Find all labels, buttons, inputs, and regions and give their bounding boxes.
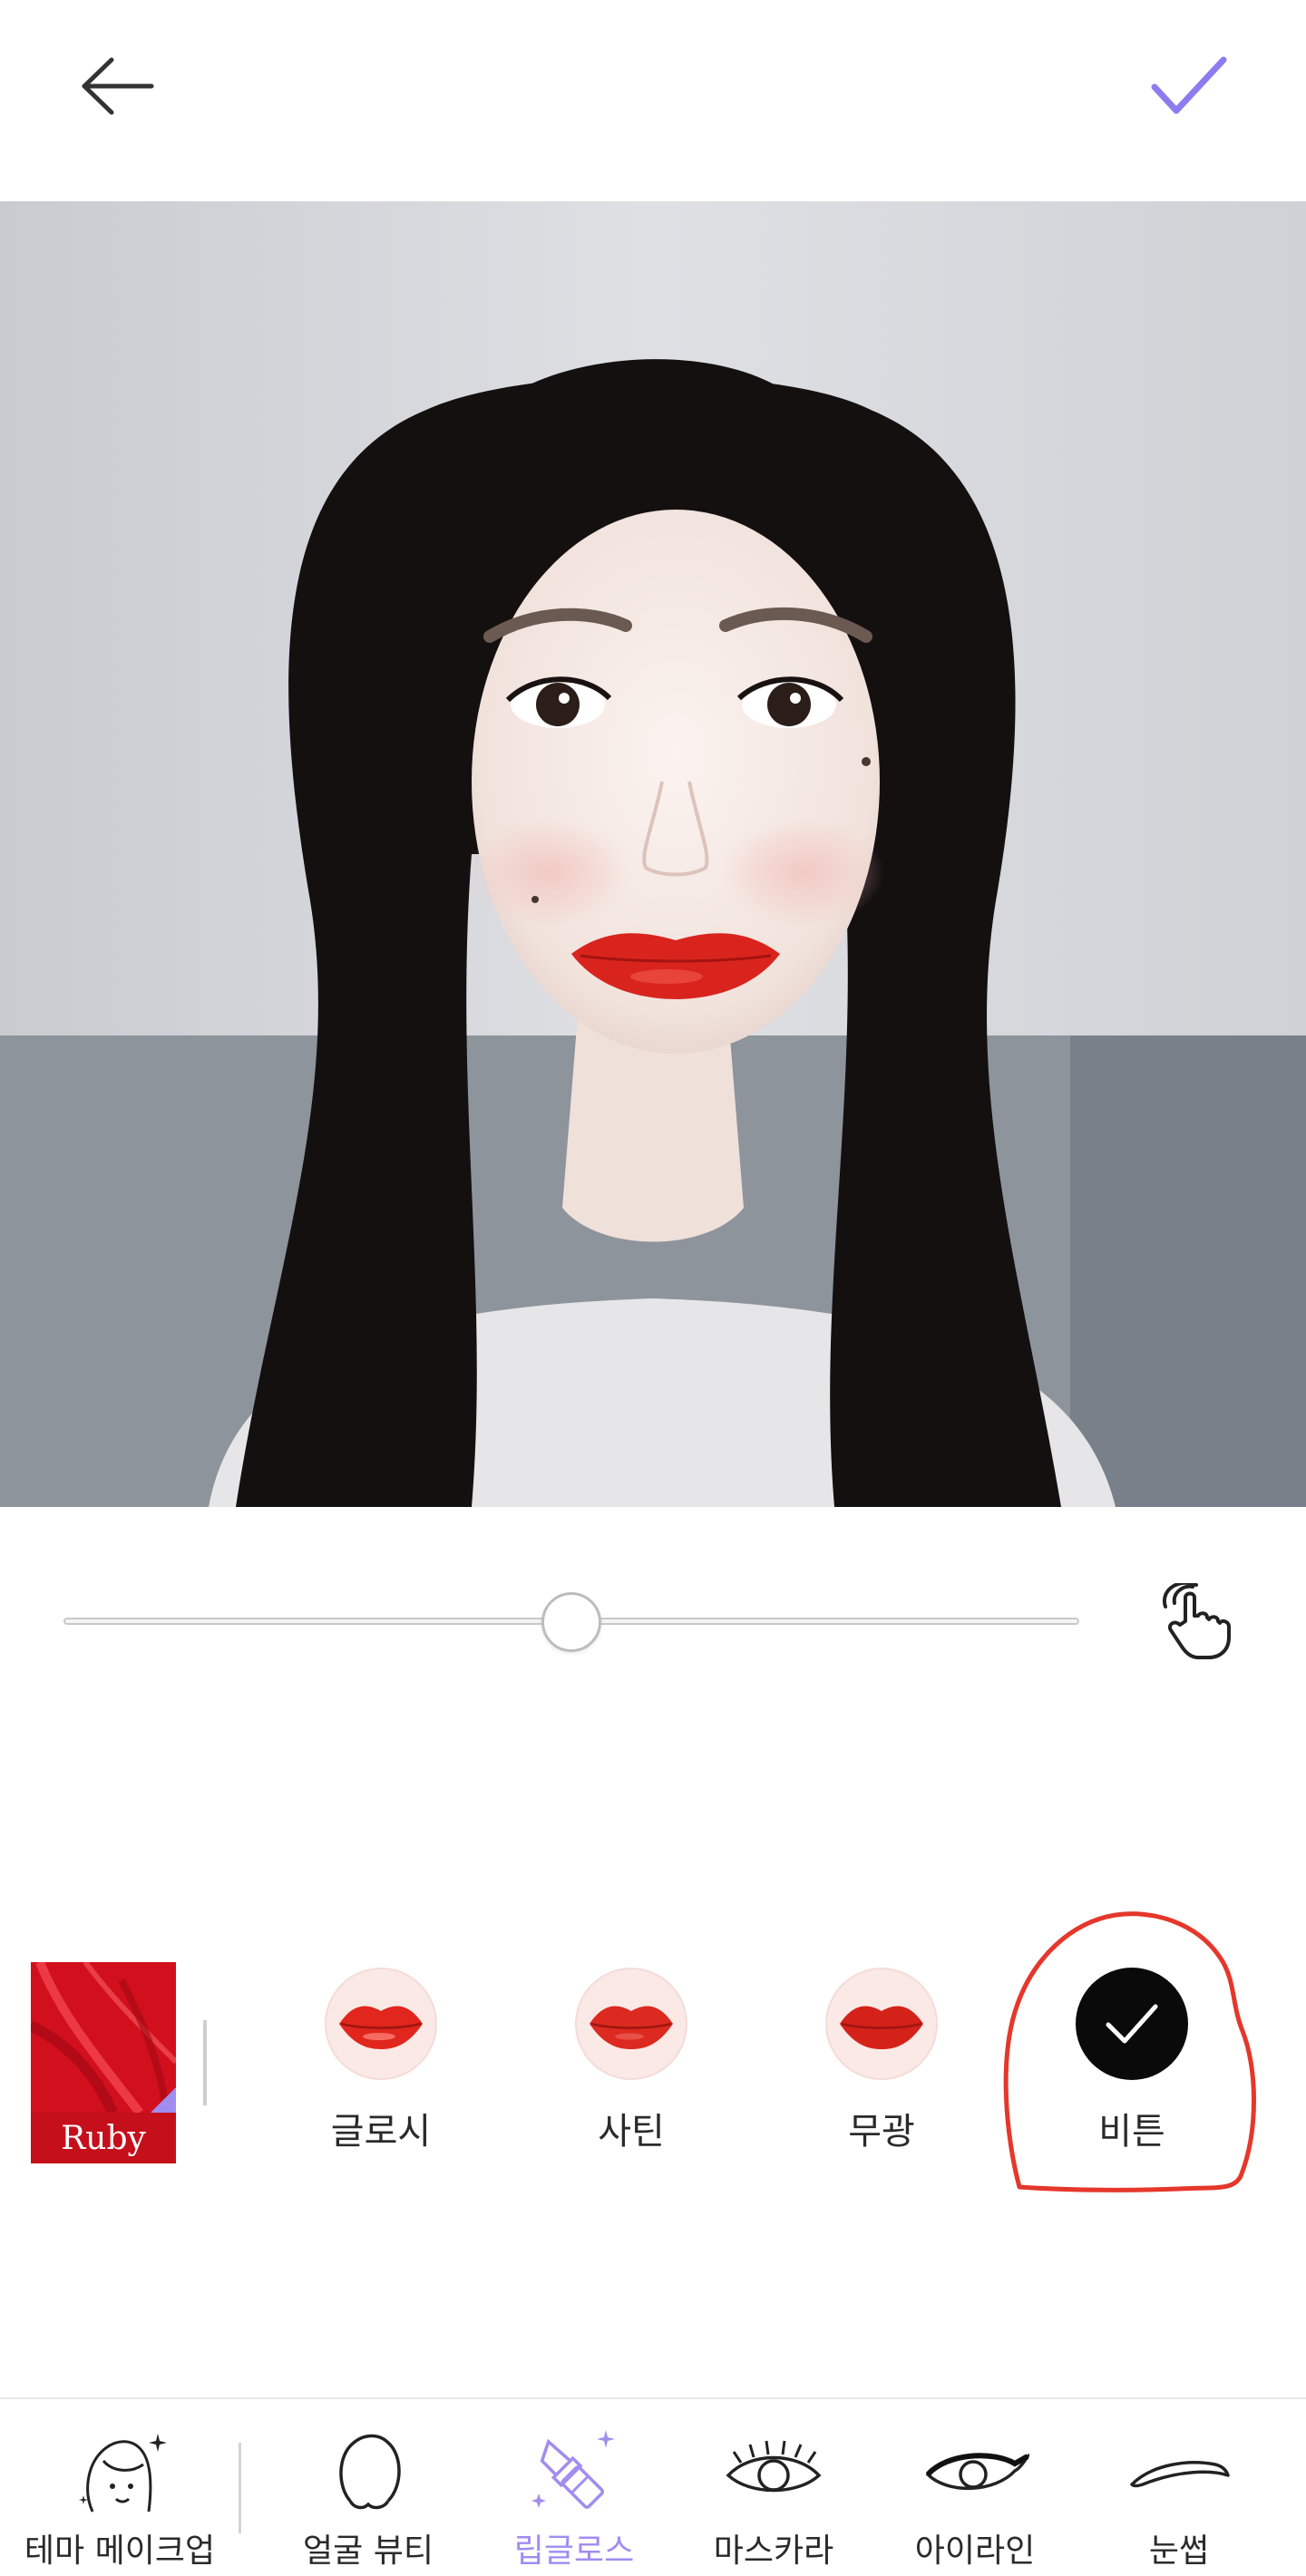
face-sparkle-icon [61, 2426, 179, 2517]
lips-icon [840, 2006, 923, 2049]
intensity-slider-thumb[interactable] [541, 1592, 601, 1652]
finish-label: 글로시 [330, 2111, 432, 2153]
hand-touch-icon [1162, 1583, 1231, 1659]
nav-mascara[interactable]: 마스카라 [674, 2426, 873, 2571]
checkmark-icon [1106, 2004, 1158, 2044]
manual-touch-button[interactable] [1152, 1581, 1239, 1663]
nav-theme-makeup[interactable]: 테마 메이크업 [20, 2426, 219, 2571]
finish-circle [325, 1968, 437, 2080]
lips-icon [590, 2006, 673, 2049]
lipstick-icon [515, 2426, 633, 2517]
intensity-slider-row [0, 1578, 1306, 1664]
portrait-photo [0, 201, 1306, 1507]
finish-circle-selected [1076, 1968, 1188, 2080]
finish-circle [825, 1968, 938, 2080]
swatch-selected-corner [151, 2087, 176, 2113]
swatch-color-name: Ruby [31, 2113, 176, 2163]
portrait-illustration [0, 201, 1306, 1507]
finish-option-satin[interactable]: 사틴 [539, 1968, 720, 2158]
nav-lip-gloss[interactable]: 립글로스 [474, 2426, 674, 2571]
nav-label: 아이라인 [914, 2532, 1036, 2570]
checkmark-icon [1151, 56, 1227, 114]
nav-label: 얼굴 뷰티 [303, 2532, 434, 2570]
nav-label: 립글로스 [513, 2532, 635, 2570]
lip-color-swatch[interactable]: Ruby [31, 1962, 176, 2163]
finish-label: 사틴 [598, 2111, 665, 2153]
finish-circle [575, 1968, 687, 2080]
eyeliner-icon [916, 2426, 1034, 2517]
eyebrow-icon [1120, 2426, 1238, 2517]
lips-icon [339, 2006, 423, 2049]
nav-label: 마스카라 [713, 2532, 834, 2570]
nav-face-beauty[interactable]: 얼굴 뷰티 [268, 2426, 468, 2571]
nav-label: 테마 메이크업 [24, 2532, 216, 2570]
back-button[interactable] [63, 45, 172, 127]
intensity-slider-fill [65, 1618, 573, 1625]
finish-label: 비튼 [1098, 2111, 1165, 2153]
top-bar [0, 0, 1306, 201]
bottom-navigation: 테마 메이크업 얼굴 뷰티 립글로스 마스카라 아이라인 눈썹 [0, 2397, 1306, 2576]
face-outline-icon [309, 2426, 427, 2517]
finish-label: 무광 [848, 2111, 915, 2153]
nav-eyebrow[interactable]: 눈썹 [1079, 2426, 1279, 2571]
divider [203, 2020, 207, 2105]
nav-divider [239, 2443, 241, 2533]
arrow-left-icon [82, 57, 154, 115]
confirm-button[interactable] [1134, 45, 1243, 127]
eyelash-icon [715, 2426, 833, 2517]
nav-eyeliner[interactable]: 아이라인 [875, 2426, 1075, 2571]
finish-option-matte[interactable]: 무광 [789, 1968, 970, 2158]
nav-label: 눈썹 [1148, 2532, 1210, 2570]
finish-option-velvet[interactable]: 비튼 [1039, 1968, 1221, 2158]
finish-option-glossy[interactable]: 글로시 [288, 1968, 470, 2158]
